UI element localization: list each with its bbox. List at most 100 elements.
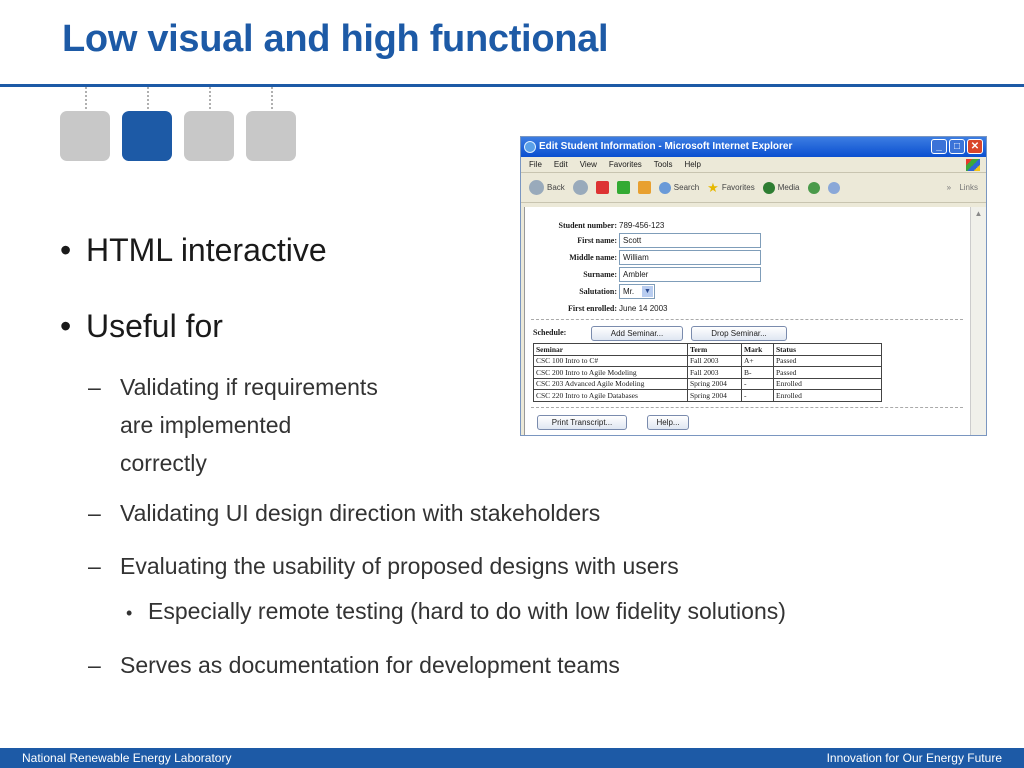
star-icon: ★ xyxy=(707,179,719,195)
refresh-button[interactable] xyxy=(616,181,630,194)
column-header: Mark xyxy=(741,343,774,356)
menu-favorites[interactable]: Favorites xyxy=(609,157,642,172)
sub-bullet-line: correctly xyxy=(120,450,207,476)
table-cell: Enrolled xyxy=(773,389,882,402)
progress-stepper xyxy=(60,87,300,163)
search-button[interactable]: Search xyxy=(658,181,700,194)
table-cell: A+ xyxy=(741,354,774,367)
browser-screenshot: Edit Student Information - Microsoft Int… xyxy=(520,136,987,436)
table-cell: Passed xyxy=(773,354,882,367)
first-name-field[interactable]: Scott xyxy=(619,233,761,248)
sub-bullet-text: Serves as documentation for development … xyxy=(120,652,620,678)
forward-arrow-icon xyxy=(572,180,588,195)
first-enrolled-label: First enrolled: xyxy=(568,304,617,313)
sub-bullet-item: – Evaluating the usability of proposed de… xyxy=(88,553,679,579)
refresh-icon xyxy=(616,181,630,194)
media-button[interactable]: Media xyxy=(762,181,800,194)
media-label: Media xyxy=(777,183,800,192)
search-label: Search xyxy=(673,183,700,192)
browser-page: Student number: 789-456-123 First name: … xyxy=(524,207,971,435)
chevron-icon: » xyxy=(946,183,952,192)
table-cell: Spring 2004 xyxy=(687,377,742,390)
table-cell: - xyxy=(741,377,774,390)
footer-bar: National Renewable Energy Laboratory Inn… xyxy=(0,748,1024,768)
scroll-up-icon[interactable]: ▲ xyxy=(971,207,986,221)
back-arrow-icon xyxy=(529,180,544,195)
history-icon xyxy=(807,181,820,194)
table-cell: Passed xyxy=(773,366,882,379)
table-header-row: Seminar Term Mark Status xyxy=(533,343,882,356)
history-button[interactable] xyxy=(807,181,820,194)
add-seminar-button[interactable]: Add Seminar... xyxy=(591,326,683,341)
table-cell: CSC 100 Intro to C# xyxy=(533,354,688,367)
surname-field[interactable]: Ambler xyxy=(619,267,761,282)
surname-row: Surname: xyxy=(525,267,617,282)
bullet-text: HTML interactive xyxy=(86,232,327,268)
bullet-text: Useful for xyxy=(86,308,223,344)
sub-bullet-line: are implemented xyxy=(120,412,292,438)
middle-name-field[interactable]: William xyxy=(619,250,761,265)
stop-button[interactable] xyxy=(595,181,609,194)
browser-scrollbar[interactable]: ▲ xyxy=(970,207,986,435)
menu-help[interactable]: Help xyxy=(684,157,700,172)
salutation-row: Salutation: xyxy=(525,284,617,299)
stepper-connector xyxy=(85,87,87,109)
bullet-item: • Useful for xyxy=(60,308,223,344)
favorites-label: Favorites xyxy=(721,183,755,192)
student-number-row: Student number: xyxy=(525,218,617,233)
footer-left-text: National Renewable Energy Laboratory xyxy=(22,751,232,765)
menu-file[interactable]: File xyxy=(529,157,542,172)
stepper-square xyxy=(60,111,110,161)
sub-sub-bullet-text: Especially remote testing (hard to do wi… xyxy=(148,598,786,624)
sub-bullet-item: – Validating if requirements are impleme… xyxy=(88,368,450,482)
close-icon[interactable]: ✕ xyxy=(967,139,983,154)
maximize-icon[interactable]: □ xyxy=(949,139,965,154)
slide-title: Low visual and high functional xyxy=(62,18,609,60)
column-header: Seminar xyxy=(533,343,688,356)
table-cell: - xyxy=(741,389,774,402)
print-transcript-button[interactable]: Print Transcript... xyxy=(537,415,627,430)
ie-icon xyxy=(524,141,536,153)
middle-name-row: Middle name: xyxy=(525,250,617,265)
menu-tools[interactable]: Tools xyxy=(654,157,673,172)
windows-logo-icon xyxy=(966,159,980,171)
help-button[interactable]: Help... xyxy=(647,415,689,430)
stepper-connector xyxy=(271,87,273,109)
menu-edit[interactable]: Edit xyxy=(554,157,568,172)
table-row: CSC 203 Advanced Agile Modeling Spring 2… xyxy=(533,377,882,390)
browser-toolbar: Back Search ★ Favorites Media » Links xyxy=(521,173,986,203)
minimize-icon[interactable]: _ xyxy=(931,139,947,154)
table-cell: Spring 2004 xyxy=(687,389,742,402)
sub-bullet-item: – Serves as documentation for development… xyxy=(88,652,620,678)
table-row: CSC 100 Intro to C# Fall 2003 A+ Passed xyxy=(533,354,882,367)
stop-icon xyxy=(595,181,609,194)
mail-button[interactable] xyxy=(827,181,840,194)
schedule-table: Seminar Term Mark Status CSC 100 Intro t… xyxy=(533,343,882,402)
media-icon xyxy=(762,181,775,194)
chevron-down-icon: ▼ xyxy=(642,286,653,297)
table-cell: CSC 220 Intro to Agile Databases xyxy=(533,389,688,402)
links-button[interactable]: » Links xyxy=(947,183,978,192)
first-enrolled-value: June 14 2003 xyxy=(619,304,668,313)
section-divider xyxy=(531,407,963,408)
favorites-button[interactable]: ★ Favorites xyxy=(707,180,755,196)
home-button[interactable] xyxy=(637,181,651,194)
menu-view[interactable]: View xyxy=(580,157,597,172)
stepper-connector xyxy=(147,87,149,109)
drop-seminar-button[interactable]: Drop Seminar... xyxy=(691,326,787,341)
forward-button[interactable] xyxy=(572,180,588,195)
salutation-value: Mr. xyxy=(623,287,635,296)
first-enrolled-row: First enrolled: xyxy=(525,301,617,316)
table-cell: Enrolled xyxy=(773,377,882,390)
back-button[interactable]: Back xyxy=(529,180,565,195)
sub-bullet-text: Validating UI design direction with stak… xyxy=(120,500,601,526)
browser-title-bar: Edit Student Information - Microsoft Int… xyxy=(521,137,986,157)
links-label: Links xyxy=(959,183,978,192)
stepper-square-active xyxy=(122,111,172,161)
table-cell: CSC 200 Intro to Agile Modeling xyxy=(533,366,688,379)
student-number-label: Student number: xyxy=(558,221,617,230)
salutation-label: Salutation: xyxy=(579,287,617,296)
salutation-select[interactable]: Mr. ▼ xyxy=(619,284,655,299)
surname-label: Surname: xyxy=(583,270,617,279)
search-icon xyxy=(658,181,671,194)
